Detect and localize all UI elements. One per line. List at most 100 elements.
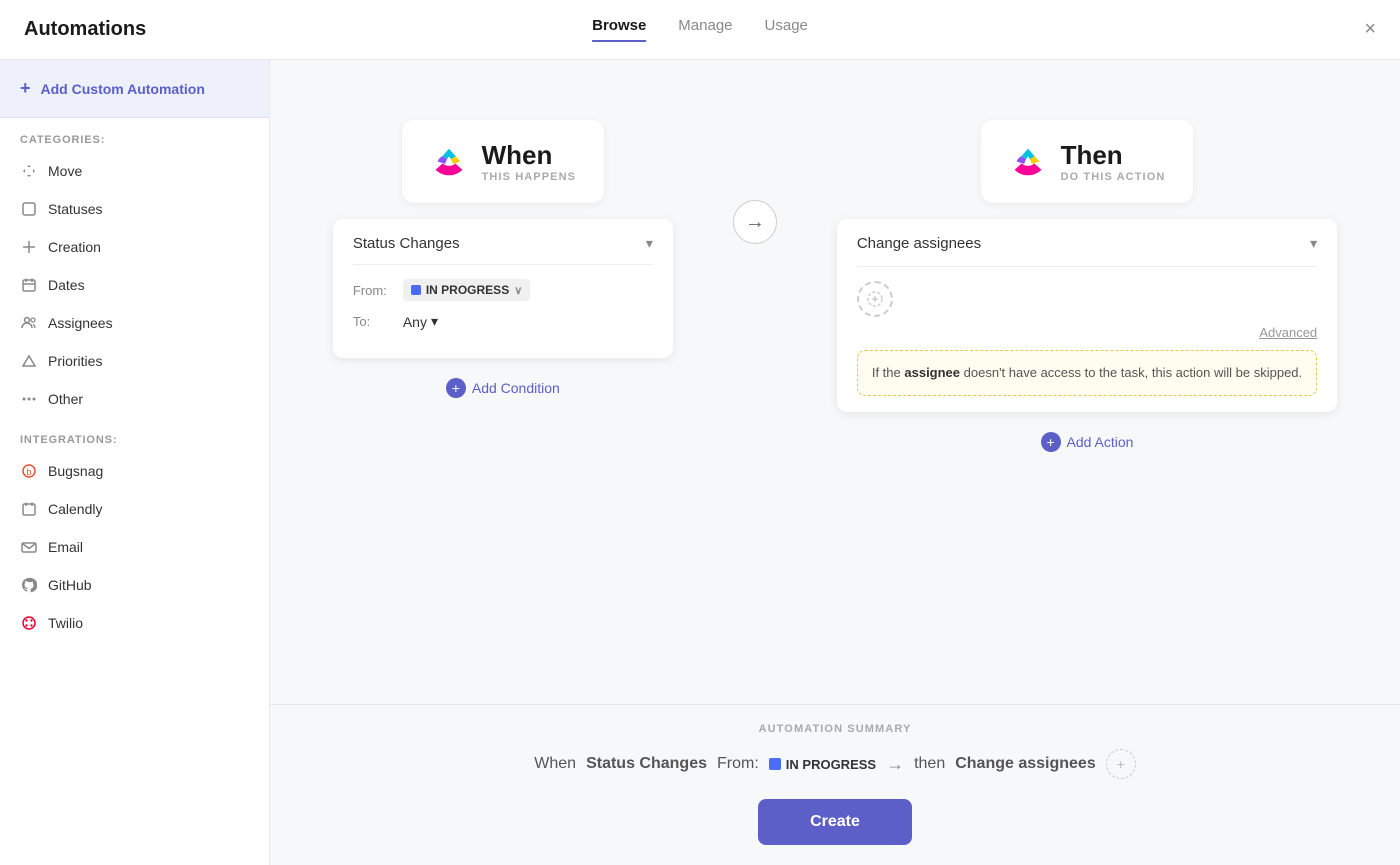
- add-custom-automation-button[interactable]: + Add Custom Automation: [0, 60, 269, 118]
- from-status-badge[interactable]: IN PROGRESS ∨: [403, 279, 530, 301]
- sidebar-item-calendly-label: Calendly: [48, 501, 102, 517]
- to-field-row: To: Any ▾: [353, 313, 653, 330]
- priorities-icon: [20, 352, 38, 370]
- to-any-dropdown[interactable]: Any ▾: [403, 313, 438, 330]
- create-button[interactable]: Create: [758, 799, 912, 845]
- when-header-card: When THIS HAPPENS: [402, 120, 605, 203]
- action-chevron-icon: ▾: [1310, 235, 1317, 252]
- summary-label: AUTOMATION SUMMARY: [310, 723, 1360, 735]
- sidebar-item-priorities[interactable]: Priorities: [0, 342, 269, 380]
- github-icon: [20, 576, 38, 594]
- summary-content: When Status Changes From: IN PROGRESS → …: [310, 749, 1360, 779]
- sidebar-item-email-label: Email: [48, 539, 83, 555]
- action-section: Then DO THIS ACTION Change assignees ▾: [837, 120, 1337, 456]
- arrow-connector: →: [733, 120, 777, 244]
- add-action-button[interactable]: + Add Action: [1041, 428, 1134, 456]
- then-title: Then: [1061, 140, 1166, 171]
- sidebar-item-twilio[interactable]: Twilio: [0, 604, 269, 642]
- integrations-label: INTEGRATIONS:: [0, 418, 269, 452]
- summary-assignee-circle: +: [1106, 749, 1136, 779]
- main-content: + Add Custom Automation CATEGORIES: Move…: [0, 60, 1400, 865]
- sidebar: + Add Custom Automation CATEGORIES: Move…: [0, 60, 270, 865]
- add-condition-button[interactable]: + Add Condition: [446, 374, 560, 402]
- from-label: From:: [353, 283, 393, 298]
- sidebar-item-bugsnag-label: Bugsnag: [48, 463, 103, 479]
- then-subtitle: DO THIS ACTION: [1061, 171, 1166, 183]
- tab-usage[interactable]: Usage: [765, 17, 808, 42]
- summary-when-text: When: [534, 755, 576, 773]
- from-field-row: From: IN PROGRESS ∨: [353, 279, 653, 301]
- summary-bar: AUTOMATION SUMMARY When Status Changes F…: [270, 704, 1400, 779]
- add-condition-icon: +: [446, 378, 466, 398]
- sidebar-item-statuses[interactable]: Statuses: [0, 190, 269, 228]
- tab-browse[interactable]: Browse: [592, 17, 646, 42]
- summary-status-group: IN PROGRESS: [769, 757, 876, 772]
- create-button-row: Create: [270, 779, 1400, 865]
- trigger-chevron-icon: ▾: [646, 235, 653, 252]
- assignee-area: [857, 281, 1317, 317]
- email-icon: [20, 538, 38, 556]
- to-label: To:: [353, 314, 393, 329]
- to-chevron-icon: ▾: [431, 313, 438, 330]
- summary-arrow-icon: →: [886, 754, 904, 775]
- close-button[interactable]: ×: [1364, 18, 1376, 41]
- clickup-logo-then: [1009, 143, 1047, 181]
- sidebar-item-assignees-label: Assignees: [48, 315, 113, 331]
- sidebar-item-github-label: GitHub: [48, 577, 92, 593]
- tab-manage[interactable]: Manage: [678, 17, 732, 42]
- add-custom-automation-label: Add Custom Automation: [41, 81, 205, 97]
- when-subtitle: THIS HAPPENS: [482, 171, 577, 183]
- sidebar-item-statuses-label: Statuses: [48, 201, 102, 217]
- trigger-dropdown-card: Status Changes ▾ From: IN PROGRESS ∨ To:: [333, 219, 673, 358]
- twilio-icon: [20, 614, 38, 632]
- warning-box: If the assignee doesn't have access to t…: [857, 350, 1317, 396]
- advanced-link[interactable]: Advanced: [857, 325, 1317, 340]
- plus-icon: +: [20, 78, 31, 99]
- automation-builder: When THIS HAPPENS Status Changes ▾ From:: [270, 60, 1400, 704]
- trigger-section: When THIS HAPPENS Status Changes ▾ From:: [333, 120, 673, 402]
- trigger-select[interactable]: Status Changes ▾: [353, 235, 653, 265]
- move-icon: [20, 162, 38, 180]
- add-assignee-button[interactable]: [857, 281, 893, 317]
- sidebar-item-bugsnag[interactable]: b Bugsnag: [0, 452, 269, 490]
- sidebar-item-email[interactable]: Email: [0, 528, 269, 566]
- summary-change-assignees: Change assignees: [955, 755, 1096, 773]
- trigger-selected-value: Status Changes: [353, 235, 460, 252]
- warning-text-before: If the: [872, 365, 905, 380]
- app-title: Automations: [24, 18, 146, 41]
- app-header: Automations Browse Manage Usage ×: [0, 0, 1400, 60]
- add-action-icon: +: [1041, 432, 1061, 452]
- summary-from-text: From:: [717, 755, 759, 773]
- summary-status-changes: Status Changes: [586, 755, 707, 773]
- sidebar-item-move[interactable]: Move: [0, 152, 269, 190]
- sidebar-item-other[interactable]: Other: [0, 380, 269, 418]
- summary-assignee-plus-icon: +: [1117, 756, 1125, 772]
- sidebar-item-move-label: Move: [48, 163, 82, 179]
- assignees-icon: [20, 314, 38, 332]
- sidebar-item-creation-label: Creation: [48, 239, 101, 255]
- from-status-chevron-icon: ∨: [514, 284, 522, 297]
- creation-icon: [20, 238, 38, 256]
- sidebar-item-assignees[interactable]: Assignees: [0, 304, 269, 342]
- sidebar-item-dates[interactable]: Dates: [0, 266, 269, 304]
- categories-label: CATEGORIES:: [0, 118, 269, 152]
- add-action-label: Add Action: [1067, 434, 1134, 450]
- action-selected-value: Change assignees: [857, 235, 981, 252]
- sidebar-item-dates-label: Dates: [48, 277, 85, 293]
- sidebar-item-creation[interactable]: Creation: [0, 228, 269, 266]
- arrow-icon: →: [733, 200, 777, 244]
- to-value: Any: [403, 314, 427, 330]
- add-condition-label: Add Condition: [472, 380, 560, 396]
- other-icon: [20, 390, 38, 408]
- action-dropdown-card: Change assignees ▾ Advanced If t: [837, 219, 1337, 412]
- sidebar-item-twilio-label: Twilio: [48, 615, 83, 631]
- summary-then-text: then: [914, 755, 945, 773]
- sidebar-item-priorities-label: Priorities: [48, 353, 102, 369]
- sidebar-item-github[interactable]: GitHub: [0, 566, 269, 604]
- bugsnag-icon: b: [20, 462, 38, 480]
- calendly-icon: [20, 500, 38, 518]
- sidebar-item-calendly[interactable]: Calendly: [0, 490, 269, 528]
- status-icon: [20, 200, 38, 218]
- action-select[interactable]: Change assignees ▾: [857, 235, 1317, 267]
- warning-text-after: doesn't have access to the task, this ac…: [960, 365, 1302, 380]
